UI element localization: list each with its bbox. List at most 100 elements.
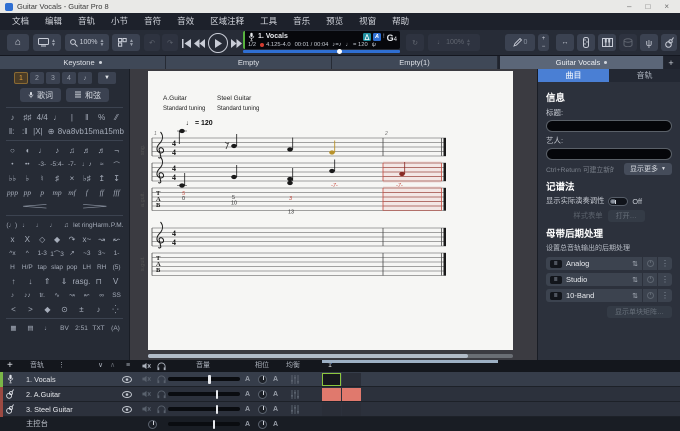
palette-symbol[interactable]: ↜ bbox=[79, 291, 94, 299]
track-name[interactable]: 1. Vocals bbox=[26, 375, 56, 384]
palette-symbol[interactable]: let ring bbox=[73, 222, 93, 229]
volume-handle[interactable] bbox=[216, 405, 219, 414]
voice-2-button[interactable]: 2 bbox=[30, 72, 44, 84]
palette-symbol[interactable]: -7- bbox=[65, 161, 80, 168]
menu-item[interactable]: 文档 bbox=[4, 13, 37, 30]
palette-symbol[interactable]: pp bbox=[20, 188, 35, 197]
palette-symbol[interactable]: LH bbox=[79, 264, 94, 271]
open-stylesheet-button[interactable]: 打开… bbox=[608, 210, 645, 222]
palette-symbol[interactable]: 1- bbox=[109, 250, 124, 257]
visibility-eye-icon[interactable] bbox=[122, 376, 132, 383]
effect-select[interactable]: ≣ Analog ⇅ bbox=[546, 257, 642, 270]
palette-symbol[interactable]: ♩ bbox=[50, 113, 65, 122]
display-tempo[interactable]: ♩ = 120 bbox=[346, 42, 368, 48]
palette-symbol[interactable]: X bbox=[20, 235, 35, 244]
palette-symbol[interactable]: ff bbox=[94, 188, 109, 197]
palette-symbol[interactable]: -5:4- bbox=[50, 161, 65, 168]
pan-knob[interactable] bbox=[258, 390, 267, 399]
volume-automation[interactable]: A bbox=[245, 376, 250, 383]
palette-symbol[interactable]: ↷ bbox=[65, 235, 80, 244]
edit-stepper[interactable]: +− bbox=[538, 34, 549, 51]
palette-symbol[interactable]: ♩♪ bbox=[79, 161, 94, 168]
palette-symbol[interactable]: ⇑ bbox=[39, 277, 56, 286]
palette-symbol[interactable]: tap bbox=[35, 264, 50, 271]
solo-headphones-icon[interactable] bbox=[157, 375, 166, 384]
view-mode-button[interactable]: ▲▼ bbox=[33, 34, 61, 51]
palette-symbol[interactable]: ↝ bbox=[94, 235, 109, 244]
tab-keystone[interactable]: Keystone bbox=[0, 56, 166, 69]
track-display[interactable]: 1. Vocals A ! G4 1/2 4.125-4.0 00:01 / 0… bbox=[243, 31, 400, 49]
redo-button[interactable]: ↷ bbox=[162, 34, 178, 51]
palette-symbol[interactable]: 8va bbox=[58, 127, 71, 136]
palette-symbol[interactable]: ♪ bbox=[90, 305, 107, 314]
zoom-control[interactable]: 100% ▲▼ bbox=[65, 34, 109, 51]
master-volume-slider[interactable] bbox=[168, 422, 240, 426]
keyboard-button[interactable] bbox=[598, 34, 616, 51]
show-more-button[interactable]: 显示更多▼ bbox=[624, 163, 672, 175]
palette-symbol[interactable]: ♬ bbox=[94, 146, 109, 155]
tab-empty1[interactable]: Empty(1) bbox=[332, 56, 498, 69]
palette-symbol[interactable]: ¬ bbox=[109, 146, 124, 155]
master-pan-automation[interactable]: A bbox=[273, 421, 278, 428]
palette-symbol[interactable]: ↜ bbox=[109, 235, 124, 244]
palette-symbol[interactable]: | bbox=[65, 113, 80, 122]
palette-symbol[interactable]: ♪ bbox=[50, 146, 65, 155]
minimize-button[interactable]: – bbox=[627, 0, 631, 13]
palette-symbol[interactable]: ♮ bbox=[35, 174, 50, 183]
palette-symbol[interactable]: (A) bbox=[107, 325, 124, 332]
new-tab-button[interactable]: + bbox=[664, 56, 678, 69]
track-row-steelguitar[interactable]: 3. Steel Guitar A A bbox=[0, 402, 680, 417]
measure-cell-notes[interactable] bbox=[342, 388, 361, 401]
palette-symbol[interactable]: ◆ bbox=[39, 305, 56, 314]
pan-automation[interactable]: A bbox=[273, 406, 278, 413]
palette-symbol[interactable]: ↝ bbox=[65, 291, 80, 299]
palette-symbol[interactable]: ▦ bbox=[5, 324, 22, 332]
forward-button[interactable] bbox=[231, 39, 242, 48]
palette-symbol[interactable]: ♬ bbox=[79, 146, 94, 155]
palette-symbol[interactable]: ▤ bbox=[22, 324, 39, 332]
palette-symbol[interactable]: 3~ bbox=[94, 250, 109, 257]
visibility-eye-icon[interactable] bbox=[122, 391, 132, 398]
track-name[interactable]: 2. A.Guitar bbox=[26, 390, 60, 399]
master-volume-automation[interactable]: A bbox=[245, 421, 250, 428]
volume-handle[interactable] bbox=[208, 375, 211, 384]
menu-item[interactable]: 音乐 bbox=[285, 13, 318, 30]
palette-symbol[interactable]: ↓ bbox=[22, 277, 39, 286]
palette-symbol[interactable]: ≈ bbox=[94, 161, 109, 168]
palette-symbol[interactable]: ◆ bbox=[50, 235, 65, 244]
volume-slider[interactable] bbox=[168, 392, 240, 396]
tab-guitar-vocals[interactable]: Guitar Vocals bbox=[500, 56, 664, 69]
rewind-button[interactable] bbox=[194, 39, 205, 48]
solo-headphones-icon[interactable] bbox=[157, 390, 166, 399]
palette-symbol[interactable]: 4/4 bbox=[35, 113, 50, 122]
palette-symbol[interactable]: % bbox=[94, 113, 109, 122]
palette-symbol[interactable]: RH bbox=[94, 264, 109, 271]
palette-symbol[interactable]: Harm. bbox=[93, 222, 111, 229]
list-view-icon[interactable]: ≡ bbox=[126, 360, 130, 372]
palette-symbol[interactable]: slap bbox=[50, 264, 65, 271]
palette-symbol[interactable]: ♫ bbox=[65, 146, 80, 155]
palette-symbol[interactable]: H/P bbox=[20, 264, 35, 271]
show-matrix-button[interactable]: 显示单块矩阵… bbox=[607, 306, 672, 318]
eq-icon[interactable] bbox=[290, 375, 300, 384]
effect-power-button[interactable] bbox=[643, 273, 657, 286]
score-area[interactable]: A.Guitar Standard tuning Steel Guitar St… bbox=[130, 69, 537, 360]
measure-cell[interactable] bbox=[322, 403, 341, 416]
visibility-eye-icon[interactable] bbox=[122, 406, 132, 413]
playback-progress-bar[interactable] bbox=[243, 50, 400, 53]
palette-symbol[interactable]: ⊕ bbox=[44, 127, 57, 136]
palette-symbol[interactable]: ♩ bbox=[39, 325, 56, 332]
palette-symbol[interactable]: ∞ bbox=[94, 292, 109, 299]
track-row-vocals[interactable]: 1. Vocals A A bbox=[0, 372, 680, 387]
menu-item[interactable]: 音效 bbox=[169, 13, 202, 30]
voice-3-button[interactable]: 3 bbox=[46, 72, 60, 84]
palette-symbol[interactable]: BV bbox=[56, 325, 73, 332]
master-pan-knob[interactable] bbox=[258, 420, 267, 429]
play-button[interactable] bbox=[208, 33, 228, 53]
lyrics-button[interactable]: 歌词 bbox=[20, 88, 61, 102]
tab-track[interactable]: 音轨 bbox=[609, 69, 680, 82]
palette-symbol[interactable]: SS bbox=[109, 292, 124, 299]
drums-button[interactable] bbox=[619, 34, 637, 51]
tuning-display[interactable]: G4 bbox=[387, 31, 397, 46]
effect-select[interactable]: ≣ Studio ⇅ bbox=[546, 273, 642, 286]
